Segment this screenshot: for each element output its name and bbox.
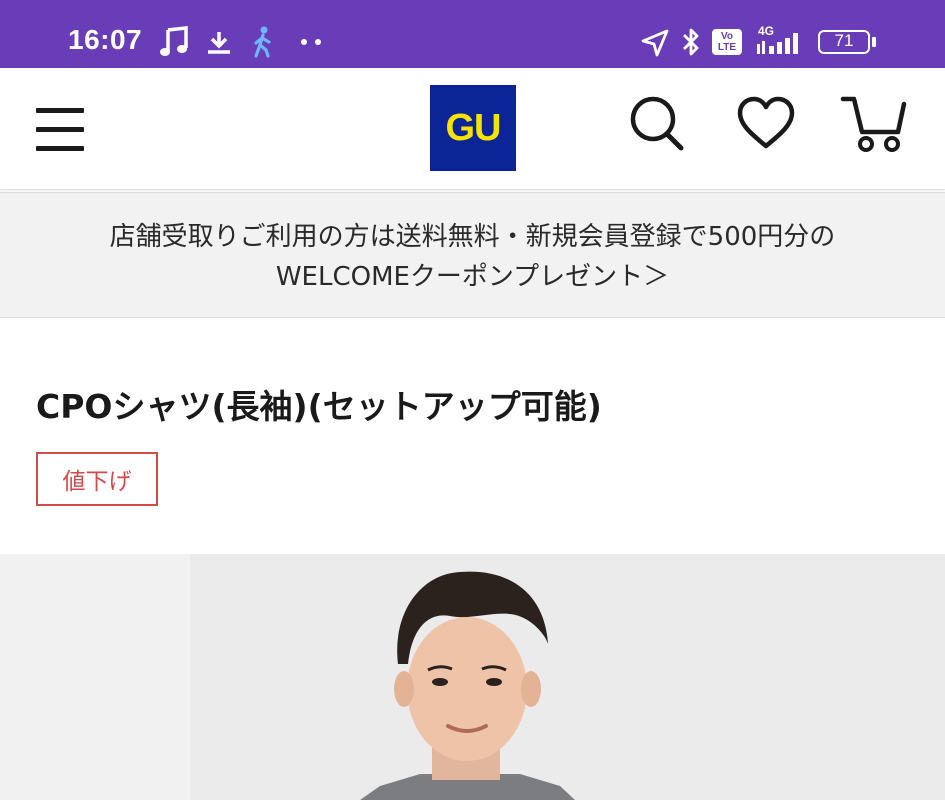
- gu-logo[interactable]: GU: [430, 85, 516, 171]
- status-time: 16:07: [68, 24, 143, 55]
- app-header: GU: [0, 68, 945, 190]
- heart-icon[interactable]: [736, 96, 796, 152]
- walking-icon: [254, 26, 271, 58]
- promo-banner-line1: 店舗受取りご利用の方は送料無料・新規会員登録で500円分の: [109, 222, 836, 252]
- battery-tip: [872, 37, 876, 47]
- bluetooth-icon: [683, 28, 699, 56]
- search-icon[interactable]: [628, 94, 686, 154]
- more-dots-icon: [301, 39, 321, 45]
- logo-text: GU: [445, 106, 502, 149]
- model-photo: [0, 554, 945, 800]
- promo-banner[interactable]: 店舗受取りご利用の方は送料無料・新規会員登録で500円分の WELCOMEクーポ…: [0, 192, 945, 318]
- location-arrow-icon: [641, 29, 669, 57]
- music-note-icon: [160, 26, 188, 56]
- signal-strength-icon: [757, 33, 798, 54]
- promo-banner-line2: WELCOMEクーポンプレゼント＞: [275, 262, 670, 292]
- product-title: CPOシャツ(長袖)(セットアップ可能): [36, 387, 602, 426]
- download-icon: [208, 32, 230, 54]
- volte-icon: Vo LTE: [712, 29, 742, 55]
- status-bar: 16:07 Vo LTE 4G 71: [0, 0, 945, 68]
- menu-icon[interactable]: [36, 108, 84, 152]
- cart-icon[interactable]: [840, 94, 908, 154]
- price-down-badge: 値下げ: [36, 452, 158, 506]
- product-image[interactable]: [0, 554, 945, 800]
- battery-level: 71: [834, 31, 854, 50]
